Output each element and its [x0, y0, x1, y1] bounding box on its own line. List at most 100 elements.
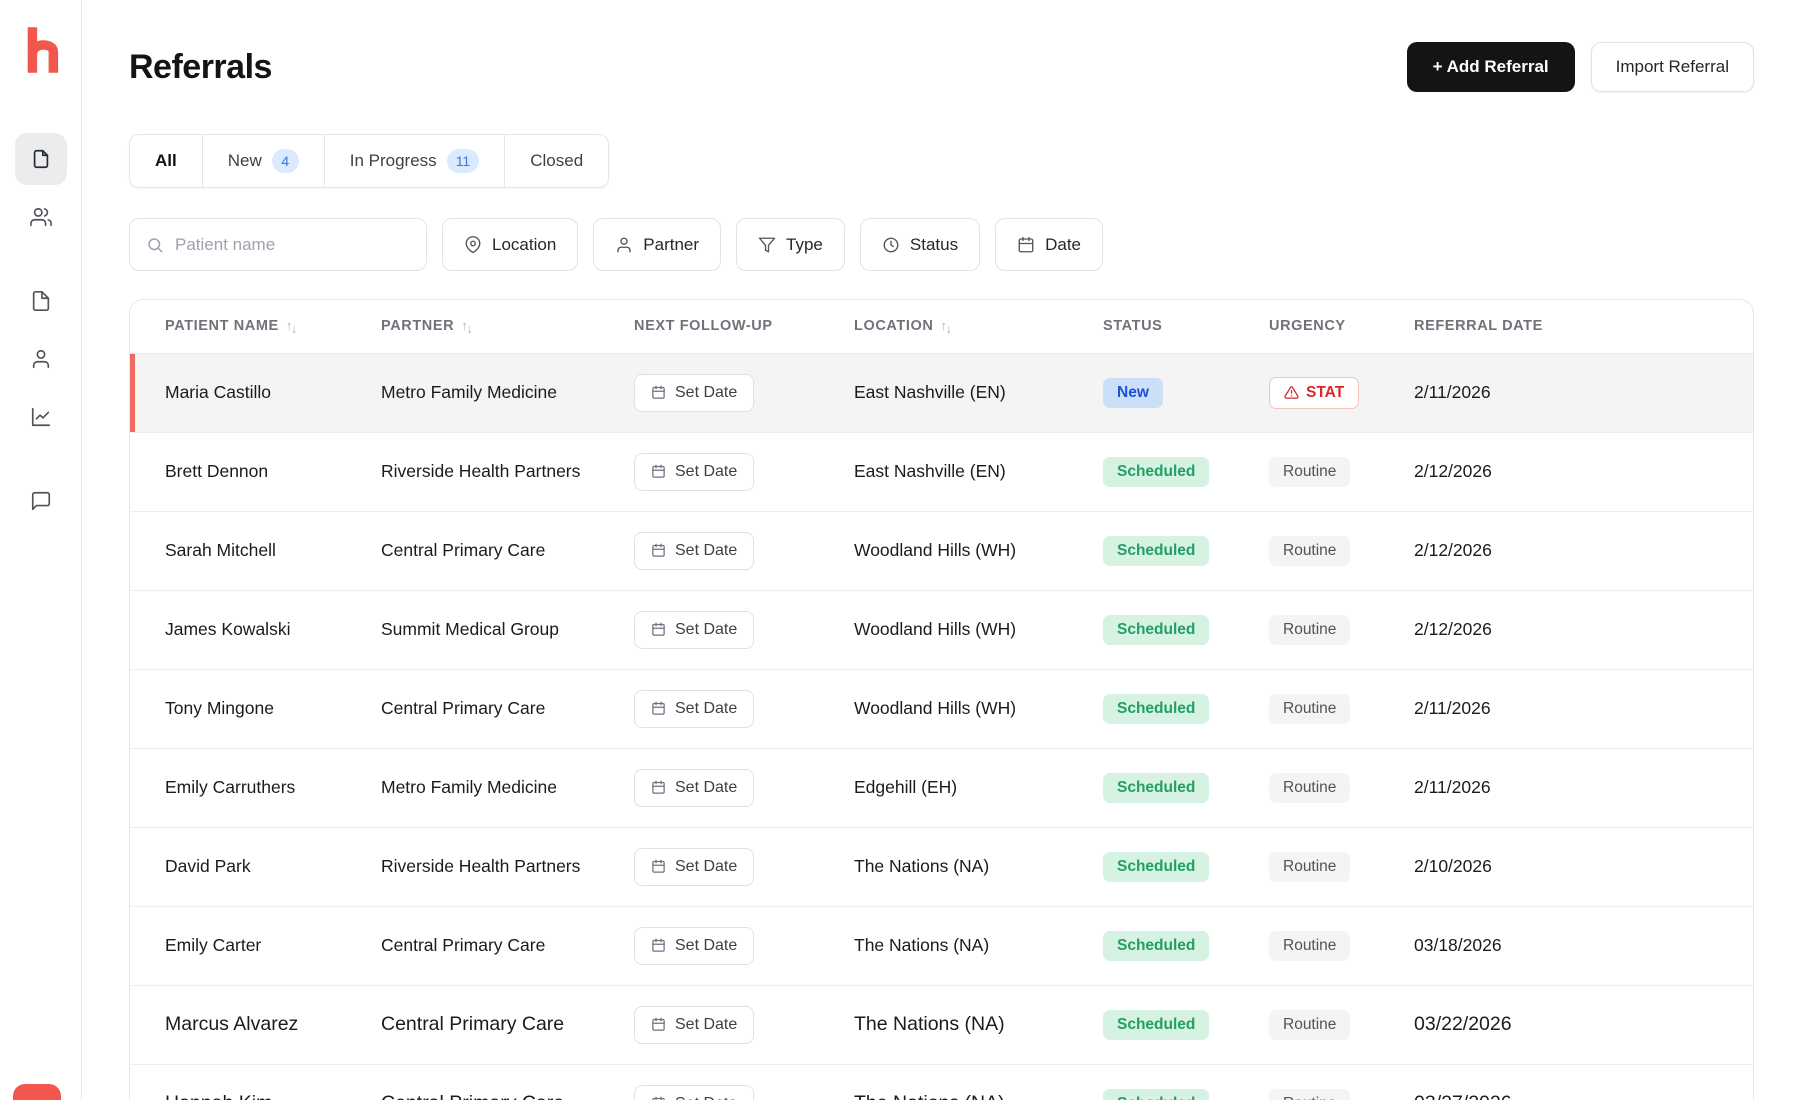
logo-icon	[27, 27, 58, 73]
clock-icon	[883, 237, 899, 252]
next-follow-up-cell: Set Date	[634, 1064, 854, 1100]
tab-all-label: All	[155, 151, 177, 170]
calendar-icon	[652, 859, 665, 873]
map-pin-icon	[465, 235, 481, 253]
referrals-table-card: PATIENT NAME ↑↓ PARTNER ↑↓ NEXT FOLLOW-UP …	[129, 299, 1754, 1100]
partner-cell: Central Primary Care	[381, 669, 634, 749]
sidebar-item-profile[interactable]	[15, 333, 67, 385]
table-row[interactable]: Marcus Alvarez Central Primary Care Set …	[130, 985, 1753, 1065]
import-referral-button[interactable]: Import Referral	[1590, 42, 1754, 92]
page-title: Referrals	[129, 47, 272, 86]
chart-icon	[31, 407, 50, 427]
partner-cell: Central Primary Care	[381, 906, 634, 986]
filter-date-label: Date	[1045, 234, 1082, 254]
referral-date-cell: 2/12/2026	[1414, 590, 1753, 670]
header-actions: + Add Referral Import Referral	[1406, 42, 1754, 92]
set-date-button[interactable]: Set Date	[634, 1005, 755, 1044]
table-row[interactable]: Sarah Mitchell Central Primary Care Set …	[130, 511, 1753, 591]
person-icon	[617, 237, 631, 252]
table-row[interactable]: David Park Riverside Health Partners Set…	[130, 827, 1753, 907]
set-date-button[interactable]: Set Date	[634, 847, 755, 886]
column-header-partner[interactable]: PARTNER ↑↓	[381, 300, 634, 354]
urgency-cell: Routine	[1269, 985, 1414, 1065]
person-icon	[32, 349, 49, 369]
status-badge: Scheduled	[1103, 772, 1210, 803]
next-follow-up-cell: Set Date	[634, 353, 854, 433]
column-header-patient-name[interactable]: PATIENT NAME ↑↓	[130, 300, 381, 354]
filter-location-label: Location	[492, 234, 557, 254]
location-cell: The Nations (NA)	[854, 1064, 1103, 1100]
set-date-button[interactable]: Set Date	[634, 452, 755, 491]
urgency-label: STAT	[1306, 383, 1345, 401]
status-badge: New	[1103, 377, 1163, 408]
search-icon	[148, 237, 163, 252]
app-logo[interactable]	[22, 24, 60, 81]
sidebar-item-messages[interactable]	[15, 475, 67, 527]
sidebar-item-referrals[interactable]	[14, 133, 67, 185]
urgency-badge: STAT	[1269, 376, 1360, 409]
add-referral-button[interactable]: + Add Referral	[1406, 42, 1575, 92]
set-date-button[interactable]: Set Date	[634, 926, 755, 965]
tab-in-progress[interactable]: In Progress 11	[324, 135, 506, 187]
set-date-button[interactable]: Set Date	[634, 373, 755, 412]
column-header-next-follow-up: NEXT FOLLOW-UP	[634, 300, 854, 354]
set-date-label: Set Date	[675, 620, 738, 638]
set-date-button[interactable]: Set Date	[634, 610, 755, 649]
urgency-badge: Routine	[1269, 693, 1351, 724]
tab-new-count-badge: 4	[271, 149, 299, 173]
next-follow-up-cell: Set Date	[634, 432, 854, 512]
location-cell: East Nashville (EN)	[854, 353, 1103, 433]
patient-search-input[interactable]	[175, 234, 410, 255]
tab-closed[interactable]: Closed	[505, 135, 609, 187]
sidebar-item-patients[interactable]	[15, 191, 67, 243]
set-date-button[interactable]: Set Date	[634, 689, 755, 728]
table-row[interactable]: Hannah Kim Central Primary Care Set Date…	[130, 1064, 1753, 1100]
filter-location-button[interactable]: Location	[442, 218, 579, 271]
table-row[interactable]: Brett Dennon Riverside Health Partners S…	[130, 432, 1753, 512]
referral-date-cell: 03/27/2026	[1414, 1064, 1753, 1100]
filter-date-button[interactable]: Date	[995, 218, 1104, 271]
location-cell: The Nations (NA)	[854, 985, 1103, 1065]
next-follow-up-cell: Set Date	[634, 511, 854, 591]
tab-new[interactable]: New 4	[202, 135, 325, 187]
patient-name-cell: Brett Dennon	[130, 432, 381, 512]
tab-all[interactable]: All	[130, 135, 203, 187]
urgency-label: Routine	[1283, 462, 1337, 480]
urgency-cell: STAT	[1269, 353, 1414, 433]
table-row[interactable]: Tony Mingone Central Primary Care Set Da…	[130, 669, 1753, 749]
table-row[interactable]: Maria Castillo Metro Family Medicine Set…	[130, 353, 1753, 433]
file-icon	[32, 291, 49, 311]
column-header-location[interactable]: LOCATION ↑↓	[854, 300, 1103, 354]
sidebar-item-analytics[interactable]	[15, 391, 67, 443]
filter-status-button[interactable]: Status	[859, 218, 981, 271]
filter-partner-button[interactable]: Partner	[593, 218, 722, 271]
table-row[interactable]: James Kowalski Summit Medical Group Set …	[130, 590, 1753, 670]
status-cell: Scheduled	[1103, 590, 1269, 670]
calendar-icon	[652, 938, 665, 952]
urgency-label: Routine	[1283, 1015, 1337, 1033]
help-button[interactable]	[13, 1084, 61, 1100]
urgency-label: Routine	[1283, 857, 1337, 875]
set-date-button[interactable]: Set Date	[634, 531, 755, 570]
set-date-button[interactable]: Set Date	[634, 768, 755, 807]
set-date-button[interactable]: Set Date	[634, 1084, 755, 1100]
calendar-icon	[1018, 236, 1034, 252]
patient-name-cell: Hannah Kim	[130, 1064, 381, 1100]
status-cell: New	[1103, 353, 1269, 433]
table-row[interactable]: Emily Carter Central Primary Care Set Da…	[130, 906, 1753, 986]
column-header-urgency: URGENCY	[1269, 300, 1414, 354]
urgency-badge: Routine	[1269, 614, 1351, 645]
sidebar-item-files[interactable]	[15, 275, 67, 327]
table-row[interactable]: Emily Carruthers Metro Family Medicine S…	[130, 748, 1753, 828]
tab-group: All New 4 In Progress 11 Closed	[129, 134, 610, 188]
status-badge: Scheduled	[1103, 693, 1210, 724]
status-cell: Scheduled	[1103, 669, 1269, 749]
funnel-icon	[758, 237, 776, 252]
urgency-cell: Routine	[1269, 511, 1414, 591]
urgency-badge: Routine	[1269, 772, 1351, 803]
location-cell: The Nations (NA)	[854, 906, 1103, 986]
status-badge: Scheduled	[1103, 930, 1210, 961]
filter-type-button[interactable]: Type	[736, 218, 845, 271]
referral-date-cell: 03/18/2026	[1414, 906, 1753, 986]
status-badge: Scheduled	[1103, 1088, 1210, 1100]
